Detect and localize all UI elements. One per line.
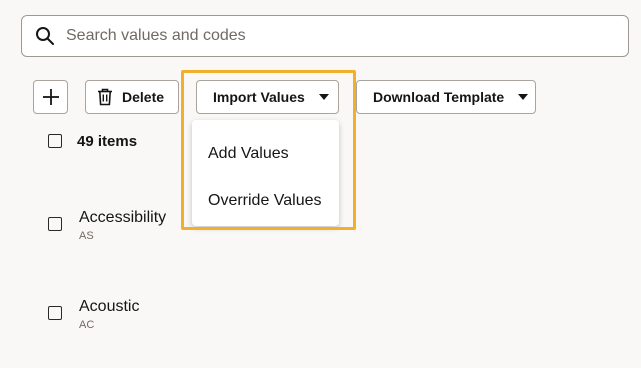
row-code: AC [79, 319, 95, 331]
items-count: 49 items [77, 133, 138, 150]
caret-down-icon [518, 94, 529, 100]
row-code: AS [79, 230, 94, 242]
download-template-button[interactable]: Download Template [356, 80, 536, 114]
import-values-menu: Add Values Override Values [192, 120, 339, 226]
menu-item-override-values[interactable]: Override Values [208, 192, 322, 210]
caret-down-icon [318, 94, 329, 100]
row-checkbox[interactable] [48, 306, 62, 320]
menu-item-add-values[interactable]: Add Values [208, 145, 289, 163]
plus-icon [42, 89, 59, 105]
trash-icon [98, 88, 112, 106]
row-label[interactable]: Accessibility [79, 209, 166, 227]
add-button[interactable] [33, 80, 68, 114]
search-input[interactable] [66, 27, 586, 45]
delete-button-label: Delete [122, 89, 165, 105]
search-bar[interactable] [21, 15, 629, 57]
select-all-checkbox[interactable] [48, 134, 62, 148]
delete-button[interactable]: Delete [85, 80, 179, 114]
row-label[interactable]: Acoustic [79, 298, 139, 316]
download-template-label: Download Template [373, 89, 505, 105]
search-icon [36, 27, 54, 45]
import-values-label: Import Values [213, 89, 305, 105]
import-values-button[interactable]: Import Values [196, 80, 339, 114]
row-checkbox[interactable] [48, 217, 62, 231]
page: Delete Import Values Download Template 4… [0, 0, 641, 368]
